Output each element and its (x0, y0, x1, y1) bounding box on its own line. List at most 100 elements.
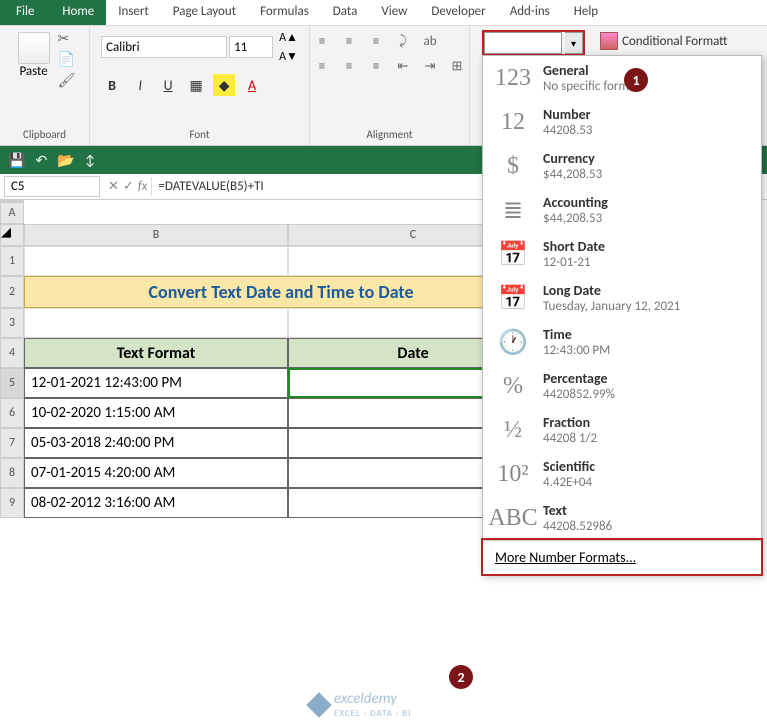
increase-indent-icon[interactable]: ⇥ (418, 55, 442, 77)
sort-icon[interactable]: ↕ (85, 152, 96, 169)
align-left-icon[interactable]: ≡ (310, 55, 334, 77)
wrap-text-icon[interactable]: ab (418, 30, 442, 52)
italic-button[interactable]: I (129, 74, 151, 96)
border-button[interactable]: ▦ (185, 74, 207, 96)
format-option-scientific[interactable]: 10² Scientific 4.42E+04 (483, 452, 761, 496)
format-name: Fraction (543, 414, 751, 431)
conditional-formatting-button[interactable]: Conditional Formatt (600, 32, 727, 50)
tab-home[interactable]: Home (50, 0, 106, 25)
merge-icon[interactable]: ⊞ (445, 55, 469, 77)
tab-insert[interactable]: Insert (106, 0, 161, 25)
group-font: A▲ A▼ B I U ▦ ◆ A Font (90, 26, 310, 145)
watermark-icon (306, 692, 331, 717)
tab-file[interactable]: File (0, 0, 50, 25)
font-group-label: Font (189, 126, 209, 143)
format-icon: $ (493, 150, 533, 182)
row-head-8[interactable]: 8 (0, 458, 24, 488)
format-name: Accounting (543, 194, 751, 211)
format-option-time[interactable]: 🕐 Time 12:43:00 PM (483, 320, 761, 364)
fx-icon[interactable]: fx (138, 179, 148, 194)
format-option-long-date[interactable]: 📅 Long Date Tuesday, January 12, 2021 (483, 276, 761, 320)
ribbon-tabs: File Home Insert Page Layout Formulas Da… (0, 0, 767, 26)
undo-icon[interactable]: ↶ (35, 152, 47, 169)
open-icon[interactable]: 📂 (57, 152, 74, 169)
grow-font-icon[interactable]: A▲ (279, 30, 298, 45)
row-head-9[interactable]: 9 (0, 488, 24, 518)
row-head-3[interactable]: 3 (0, 308, 24, 338)
font-name-select[interactable] (101, 36, 227, 58)
tab-page-layout[interactable]: Page Layout (161, 0, 248, 25)
cell-B8[interactable]: 07-01-2015 4:20:00 AM (24, 458, 288, 488)
row-head-6[interactable]: 6 (0, 398, 24, 428)
format-preview: 4420852.99% (543, 387, 751, 402)
title-cell[interactable]: Convert Text Date and Time to Date (24, 276, 538, 308)
align-middle-icon[interactable]: ≡ (337, 30, 361, 52)
format-option-general[interactable]: 123 General No specific format (483, 56, 761, 100)
more-number-formats[interactable]: More Number Formats... (483, 540, 761, 574)
cell-B7[interactable]: 05-03-2018 2:40:00 PM (24, 428, 288, 458)
format-preview: Tuesday, January 12, 2021 (543, 299, 751, 314)
corner[interactable]: ◢ (0, 224, 24, 246)
callout-2: 2 (449, 665, 473, 689)
header-text-format[interactable]: Text Format (24, 338, 288, 368)
tab-data[interactable]: Data (321, 0, 370, 25)
cell-B5[interactable]: 12-01-2021 12:43:00 PM (24, 368, 288, 398)
font-color-button[interactable]: A (241, 74, 263, 96)
cell-B9[interactable]: 08-02-2012 3:16:00 AM (24, 488, 288, 518)
enter-formula-icon[interactable]: ✓ (123, 179, 134, 194)
clipboard-label: Clipboard (23, 126, 66, 143)
number-format-dropdown: 123 General No specific format12 Number … (482, 55, 762, 575)
format-name: Long Date (543, 282, 751, 299)
format-option-currency[interactable]: $ Currency $44,208.53 (483, 144, 761, 188)
number-format-dropdown-icon[interactable]: ▾ (565, 32, 583, 54)
cut-icon[interactable]: ✂ (58, 30, 76, 47)
format-option-fraction[interactable]: ½ Fraction 44208 1/2 (483, 408, 761, 452)
font-size-select[interactable] (229, 36, 273, 58)
number-format-input[interactable] (484, 32, 562, 54)
cancel-formula-icon[interactable]: ✕ (108, 179, 119, 194)
decrease-indent-icon[interactable]: ⇤ (391, 55, 415, 77)
format-painter-icon[interactable]: 🖌 (58, 72, 76, 89)
format-option-text[interactable]: ABC Text 44208.52986 (483, 496, 761, 540)
bold-button[interactable]: B (101, 74, 123, 96)
watermark: exceldemy EXCEL · DATA · BI (310, 690, 411, 719)
format-icon: ≣ (493, 194, 533, 226)
align-bottom-icon[interactable]: ≡ (364, 30, 388, 52)
tab-help[interactable]: Help (562, 0, 610, 25)
format-option-short-date[interactable]: 📅 Short Date 12-01-21 (483, 232, 761, 276)
copy-icon[interactable]: 📄 (58, 51, 76, 68)
align-right-icon[interactable]: ≡ (364, 55, 388, 77)
format-icon: 📅 (493, 238, 533, 270)
tab-formulas[interactable]: Formulas (248, 0, 321, 25)
format-icon: % (493, 370, 533, 402)
save-icon[interactable]: 💾 (8, 152, 25, 169)
orientation-icon[interactable]: ⤸ (391, 30, 415, 52)
fill-color-button[interactable]: ◆ (213, 74, 235, 96)
watermark-brand: exceldemy (334, 690, 411, 708)
row-head-2[interactable]: 2 (0, 276, 24, 308)
shrink-font-icon[interactable]: A▼ (279, 49, 298, 64)
tab-addins[interactable]: Add-ins (498, 0, 562, 25)
col-head-B[interactable]: B (24, 224, 288, 246)
underline-button[interactable]: U (157, 74, 179, 96)
tab-view[interactable]: View (369, 0, 419, 25)
row-head-7[interactable]: 7 (0, 428, 24, 458)
paste-button[interactable]: Paste (14, 30, 54, 80)
row-head-5[interactable]: 5 (0, 368, 24, 398)
tab-developer[interactable]: Developer (419, 0, 497, 25)
row-head-4[interactable]: 4 (0, 338, 24, 368)
format-name: Time (543, 326, 751, 343)
format-option-percentage[interactable]: % Percentage 4420852.99% (483, 364, 761, 408)
name-box[interactable]: C5 (4, 176, 100, 197)
cell-B6[interactable]: 10-02-2020 1:15:00 AM (24, 398, 288, 428)
row-head-1[interactable]: 1 (0, 246, 24, 276)
cell-B3[interactable] (24, 308, 288, 338)
format-option-accounting[interactable]: ≣ Accounting $44,208.53 (483, 188, 761, 232)
paste-label: Paste (19, 64, 47, 79)
col-blank[interactable]: A (0, 202, 24, 224)
align-top-icon[interactable]: ≡ (310, 30, 334, 52)
format-option-number[interactable]: 12 Number 44208.53 (483, 100, 761, 144)
align-center-icon[interactable]: ≡ (337, 55, 361, 77)
format-preview: 44208.52986 (543, 519, 751, 534)
cell-B1[interactable] (24, 246, 288, 276)
